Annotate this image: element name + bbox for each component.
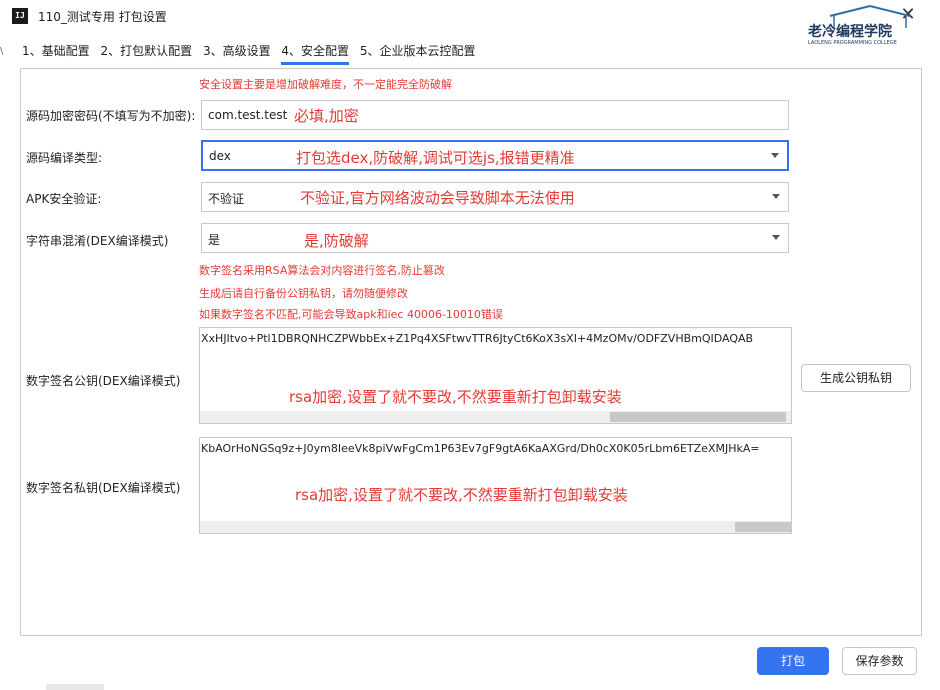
- signature-note-3: 如果数字签名不匹配,可能会导致apk和iec 40006-10010错误: [199, 308, 503, 321]
- private-key-label: 数字签名私钥(DEX编译模式): [26, 481, 181, 495]
- tab-bar: 1、基础配置 2、打包默认配置 3、高级设置 4、安全配置 5、企业版本云控配置: [22, 40, 483, 66]
- tab-enterprise-cloud[interactable]: 5、企业版本云控配置: [360, 40, 476, 62]
- tab-basic[interactable]: 1、基础配置: [22, 40, 90, 62]
- window-title: 110_测试专用 打包设置: [38, 10, 167, 24]
- title-bar: IJ 110_测试专用 打包设置 ✕: [0, 0, 940, 32]
- private-key-scrollbar[interactable]: [200, 521, 791, 533]
- public-key-label: 数字签名公钥(DEX编译模式): [26, 374, 181, 388]
- password-label: 源码加密密码(不填写为不加密):: [26, 109, 196, 123]
- chevron-down-icon: [771, 153, 779, 158]
- string-obfuscate-value: 是: [208, 233, 221, 247]
- string-obfuscate-note: 是,防破解: [304, 232, 369, 250]
- tab-security[interactable]: 4、安全配置: [281, 40, 350, 65]
- private-key-value: KbAOrHoNGSq9z+J0ym8IeeVk8piVwFgCm1P63Ev7…: [201, 442, 760, 455]
- private-key-note: rsa加密,设置了就不要改,不然要重新打包卸载安装: [295, 486, 628, 504]
- tab-package-defaults[interactable]: 2、打包默认配置: [100, 40, 192, 62]
- top-warning: 安全设置主要是增加破解难度，不一定能完全防破解: [199, 78, 452, 91]
- public-key-note: rsa加密,设置了就不要改,不然要重新打包卸载安装: [289, 388, 622, 406]
- public-key-scroll-thumb[interactable]: [610, 412, 786, 422]
- string-obfuscate-select[interactable]: 是: [201, 223, 789, 253]
- brand-logo: 老冷编程学院 LAOLENG PROGRAMMING COLLEGE: [800, 2, 934, 46]
- logo-text: 老冷编程学院: [808, 23, 892, 40]
- apk-verify-note: 不验证,官方网络波动会导致脚本无法使用: [300, 189, 575, 207]
- build-button[interactable]: 打包: [757, 647, 829, 675]
- private-key-scroll-thumb[interactable]: [735, 522, 791, 532]
- generate-keys-button[interactable]: 生成公钥私钥: [801, 364, 911, 392]
- public-key-scrollbar[interactable]: [200, 411, 791, 423]
- apk-verify-value: 不验证: [208, 192, 245, 206]
- logo-subtext: LAOLENG PROGRAMMING COLLEGE: [808, 40, 897, 46]
- chevron-down-icon: [772, 235, 780, 240]
- chevron-down-icon: [772, 194, 780, 199]
- signature-note-2: 生成后请自行备份公钥私钥，请勿随便修改: [199, 287, 408, 300]
- password-input[interactable]: [202, 101, 292, 129]
- compile-type-note: 打包选dex,防破解,调试可选js,报错更精准: [296, 149, 575, 167]
- compile-type-label: 源码编译类型:: [26, 151, 103, 165]
- password-note: 必填,加密: [294, 107, 359, 125]
- left-edge-fragment: \: [0, 46, 4, 57]
- app-icon: IJ: [12, 8, 28, 24]
- public-key-textarea[interactable]: XxHJItvo+Ptl1DBRQNHCZPWbbEx+Z1Pq4XSFtwvT…: [199, 327, 792, 424]
- signature-note-1: 数字签名采用RSA算法会对内容进行签名,防止篡改: [199, 264, 445, 277]
- password-field[interactable]: [201, 100, 789, 130]
- tab-advanced[interactable]: 3、高级设置: [203, 40, 271, 62]
- string-obfuscate-label: 字符串混淆(DEX编译模式): [26, 234, 169, 248]
- save-params-button[interactable]: 保存参数: [842, 647, 917, 675]
- public-key-value: XxHJItvo+Ptl1DBRQNHCZPWbbEx+Z1Pq4XSFtwvT…: [201, 332, 754, 345]
- bottom-strip: [46, 684, 104, 690]
- logo-graphic: 老冷编程学院 LAOLENG PROGRAMMING COLLEGE: [808, 4, 911, 46]
- apk-verify-label: APK安全验证:: [26, 192, 102, 206]
- compile-type-value: dex: [209, 149, 231, 163]
